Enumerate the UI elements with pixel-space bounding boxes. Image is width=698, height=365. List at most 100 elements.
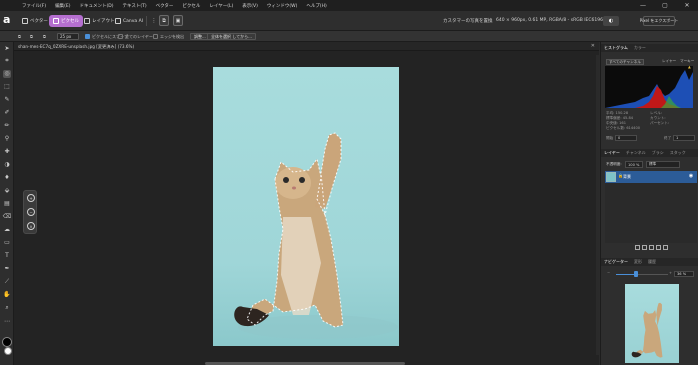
more-icon[interactable]: ⋮ bbox=[149, 15, 159, 26]
intersect-selection-icon[interactable]: ∩ bbox=[27, 222, 35, 230]
text-tool-icon[interactable]: T bbox=[3, 252, 11, 260]
menu-help[interactable]: ヘルプ(H) bbox=[306, 3, 326, 9]
clipping-warning-icon: ▲ bbox=[688, 65, 691, 69]
pen-tool-icon[interactable]: ✒ bbox=[3, 265, 11, 273]
tab-layers[interactable]: レイヤー bbox=[601, 150, 623, 156]
more-tools-icon[interactable]: ⋯ bbox=[3, 318, 11, 326]
app-logo[interactable]: a bbox=[3, 13, 15, 27]
histogram-marquee-label[interactable]: マーキー bbox=[680, 59, 694, 64]
pencil-tool-icon[interactable]: ✏ bbox=[3, 122, 11, 130]
edge-detect-option[interactable]: エッジを検出 bbox=[153, 33, 184, 40]
adjustment-icon[interactable] bbox=[648, 245, 654, 250]
selection-brush-icon[interactable]: ◎ bbox=[3, 70, 11, 78]
fill-tool-icon[interactable]: ⬙ bbox=[3, 187, 11, 195]
maximize-icon[interactable]: ▢ bbox=[654, 0, 676, 11]
stat-percent: パーセント: bbox=[650, 121, 670, 125]
menu-file[interactable]: ファイル(F) bbox=[22, 3, 46, 9]
fx-icon[interactable] bbox=[655, 245, 661, 250]
zoom-tool-icon[interactable]: ⌕ bbox=[3, 304, 11, 312]
shape-tool-icon[interactable]: ▭ bbox=[3, 239, 11, 247]
account-icon[interactable]: ◐ bbox=[603, 16, 619, 26]
zoom-value-field[interactable]: 36 % bbox=[674, 271, 694, 277]
subtract-selection-icon[interactable]: − bbox=[27, 208, 35, 216]
tab-histogram[interactable]: ヒストグラム bbox=[601, 45, 631, 51]
persona-canva-ai[interactable]: Canva AI bbox=[111, 15, 147, 27]
zoom-slider-knob[interactable] bbox=[634, 271, 638, 277]
channel-select[interactable]: すべてのチャンネル bbox=[606, 59, 644, 65]
tab-color[interactable]: カラー bbox=[631, 45, 649, 51]
tab-transform[interactable]: 変形 bbox=[631, 259, 645, 265]
menu-text[interactable]: テキスト(T) bbox=[122, 3, 146, 9]
all-layers-option[interactable]: 全てのレイヤー bbox=[118, 33, 153, 40]
menu-vector[interactable]: ベクター bbox=[156, 3, 174, 9]
new-layer-icon[interactable] bbox=[634, 245, 640, 250]
close-icon[interactable]: ✕ bbox=[676, 0, 698, 11]
persona-vector[interactable]: ベクター bbox=[18, 15, 52, 27]
snap-checkbox[interactable] bbox=[85, 34, 90, 39]
export-button[interactable]: Pixel をエクスポート bbox=[640, 16, 678, 26]
document-info: 640 × 960px, 0.61 MP, RGBA/8 - sRGB IEC6… bbox=[496, 18, 615, 23]
persona-pixel-label: ピクセル bbox=[61, 19, 79, 24]
subtract-mode-icon[interactable]: ⧉ bbox=[43, 33, 46, 40]
mask-icon[interactable] bbox=[641, 245, 647, 250]
blur-tool-icon[interactable]: ♦ bbox=[3, 174, 11, 182]
healing-tool-icon[interactable]: ✚ bbox=[3, 148, 11, 156]
selection-button[interactable]: 全体を選択 してから... bbox=[207, 33, 256, 40]
all-layers-label: 全てのレイヤー bbox=[125, 33, 153, 39]
view-mode-icon[interactable]: ▣ bbox=[173, 15, 183, 26]
color-picker-icon[interactable]: ⟋ bbox=[3, 278, 11, 286]
cat-photo bbox=[234, 132, 398, 339]
opacity-field[interactable]: 100 % bbox=[625, 161, 643, 168]
delete-layer-icon[interactable] bbox=[662, 245, 668, 250]
document-image[interactable] bbox=[213, 67, 399, 346]
menu-document[interactable]: ドキュメント(D) bbox=[79, 3, 113, 9]
smudge-tool-icon[interactable]: ☁ bbox=[3, 226, 11, 234]
zoom-out-icon[interactable]: − bbox=[607, 271, 610, 275]
marquee-tool-icon[interactable]: ⬚ bbox=[3, 83, 11, 91]
add-selection-icon[interactable]: + bbox=[27, 194, 35, 202]
tab-channels[interactable]: チャンネル bbox=[623, 150, 649, 156]
flood-select-icon[interactable]: ✎ bbox=[3, 96, 11, 104]
histogram-layer-label[interactable]: レイヤー bbox=[662, 59, 676, 64]
blend-mode-select[interactable]: 標準 bbox=[646, 161, 680, 168]
vertical-scrollbar[interactable] bbox=[596, 55, 599, 355]
minimize-icon[interactable]: — bbox=[632, 0, 654, 11]
visibility-icon[interactable]: ◉ bbox=[687, 173, 695, 180]
layers-list[interactable] bbox=[605, 183, 697, 243]
all-layers-checkbox[interactable] bbox=[118, 34, 123, 39]
crop-tool-icon[interactable]: ⌗ bbox=[3, 57, 11, 65]
clone-tool-icon[interactable]: ⚲ bbox=[3, 135, 11, 143]
tools-panel: ➤ ⌗ ◎ ⬚ ✎ ✐ ✏ ⚲ ✚ ◑ ♦ ⬙ ▤ ⌫ ☁ ▭ T ✒ ⟋ ✋ … bbox=[0, 42, 14, 365]
navigator-thumbnail[interactable] bbox=[625, 284, 679, 363]
tab-stock[interactable]: スタック bbox=[667, 150, 689, 156]
zoom-in-icon[interactable]: + bbox=[669, 271, 672, 275]
select-mode-icon[interactable]: ⧉ bbox=[18, 33, 21, 40]
menu-edit[interactable]: 編集(E) bbox=[55, 3, 70, 9]
close-document-icon[interactable]: ✕ bbox=[591, 43, 595, 49]
tab-navigator[interactable]: ナビゲーター bbox=[601, 259, 631, 265]
add-mode-icon[interactable]: ⧉ bbox=[30, 33, 33, 40]
secondary-color-swatch[interactable] bbox=[4, 347, 12, 355]
persona-pixel[interactable]: ピクセル bbox=[49, 15, 83, 27]
move-tool-icon[interactable]: ➤ bbox=[3, 45, 11, 53]
menu-pixel[interactable]: ピクセル bbox=[182, 3, 200, 9]
pixel-persona-icon bbox=[53, 18, 59, 24]
primary-color-swatch[interactable] bbox=[2, 337, 12, 347]
edge-checkbox[interactable] bbox=[153, 34, 158, 39]
menu-view[interactable]: 表示(V) bbox=[242, 3, 258, 9]
document-tab[interactable]: shan-mes-EC7q_0ZXRE-unsplash.jpg [変更済み] … bbox=[14, 42, 599, 51]
menu-layer[interactable]: レイヤー(L) bbox=[209, 3, 233, 9]
menu-window[interactable]: ウィンドウ(W) bbox=[267, 3, 297, 9]
gradient-tool-icon[interactable]: ▤ bbox=[3, 200, 11, 208]
hand-tool-icon[interactable]: ✋ bbox=[3, 291, 11, 299]
start-field[interactable]: 0 bbox=[615, 135, 637, 141]
end-field[interactable]: 1 bbox=[673, 135, 695, 141]
eraser-tool-icon[interactable]: ⌫ bbox=[3, 213, 11, 221]
paint-brush-icon[interactable]: ✐ bbox=[3, 109, 11, 117]
tab-brushes[interactable]: ブラシ bbox=[649, 150, 667, 156]
tab-history[interactable]: 履歴 bbox=[645, 259, 659, 265]
stat-pixels: ピクセル数: 614400 bbox=[606, 126, 641, 130]
brush-size-field[interactable]: 25 px bbox=[57, 33, 79, 40]
dodge-tool-icon[interactable]: ◑ bbox=[3, 161, 11, 169]
document-menu-icon[interactable]: ⧉ bbox=[159, 15, 169, 26]
